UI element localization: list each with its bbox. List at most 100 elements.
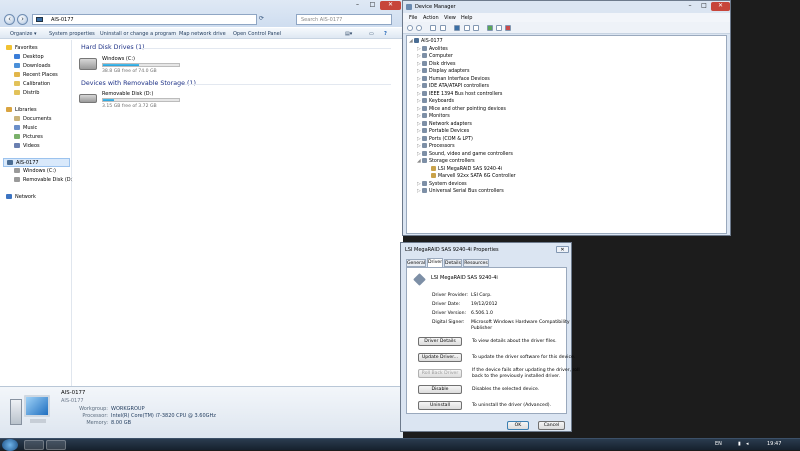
maximize-button[interactable]: □ bbox=[697, 2, 711, 11]
forward-button[interactable]: › bbox=[17, 14, 28, 25]
nav-videos[interactable]: Videos bbox=[14, 143, 40, 149]
taskbar-explorer-button[interactable] bbox=[24, 440, 44, 450]
tree-node[interactable]: ▷ Portable Devices bbox=[417, 128, 469, 134]
tab-resources[interactable]: Resources bbox=[463, 259, 489, 267]
help-icon[interactable]: ? bbox=[384, 31, 387, 37]
nav-distrib[interactable]: Distrib bbox=[14, 90, 39, 96]
details-pane: AIS-0177 AIS-0177 Workgroup: WORKGROUP P… bbox=[0, 386, 403, 438]
address-bar[interactable]: AIS-0177 bbox=[32, 14, 257, 25]
close-button[interactable]: ✕ bbox=[556, 246, 569, 253]
forward-icon[interactable] bbox=[416, 25, 422, 31]
maximize-button[interactable]: □ bbox=[365, 1, 380, 10]
group-removable-storage[interactable]: Devices with Removable Storage (1) bbox=[81, 80, 196, 87]
nav-documents[interactable]: Documents bbox=[14, 116, 52, 122]
disable-device-icon[interactable] bbox=[496, 25, 502, 31]
tree-node[interactable]: ▷ IEEE 1394 Bus host controllers bbox=[417, 90, 502, 97]
network-icon bbox=[6, 194, 12, 199]
nav-recent-places[interactable]: Recent Places bbox=[14, 72, 58, 78]
taskbar-device-manager-button[interactable] bbox=[46, 440, 66, 450]
close-button[interactable]: ✕ bbox=[711, 2, 730, 11]
processor-value: Intel(R) Core(TM) i7-3820 CPU @ 3.60GHz bbox=[111, 413, 216, 419]
disable-button[interactable]: Disable bbox=[418, 385, 462, 394]
nav-favorites[interactable]: Favorites bbox=[6, 45, 38, 51]
minimize-button[interactable]: – bbox=[350, 1, 365, 10]
menu-help[interactable]: Help bbox=[461, 15, 472, 21]
back-button[interactable]: ‹ bbox=[4, 14, 15, 25]
properties-icon[interactable] bbox=[440, 25, 446, 31]
driver-details-button[interactable]: Driver Details bbox=[418, 337, 462, 346]
nav-computer[interactable]: AIS-0177 bbox=[3, 158, 70, 167]
tree-node[interactable]: ▷ Avolites bbox=[417, 45, 448, 52]
help-icon[interactable] bbox=[454, 25, 460, 31]
open-control-panel-button[interactable]: Open Control Panel bbox=[233, 31, 281, 37]
tree-node[interactable]: ▷ Computer bbox=[417, 53, 453, 59]
driver-provider-value: LSI Corp. bbox=[471, 293, 492, 298]
tab-details[interactable]: Details bbox=[444, 259, 462, 267]
tree-node[interactable]: ▷ Mice and other pointing devices bbox=[417, 105, 506, 112]
tree-node[interactable]: ▷ Display adapters bbox=[417, 68, 469, 74]
tab-general[interactable]: General bbox=[406, 259, 426, 267]
roll-back-driver-desc-line2: back to the previously installed driver. bbox=[472, 374, 561, 379]
drive-d-name[interactable]: Removable Disk (D:) bbox=[102, 91, 153, 97]
tree-node[interactable]: ▷ Human Interface Devices bbox=[417, 75, 490, 82]
tree-node-marvell[interactable]: Marvell 92xx SATA 6G Controller bbox=[431, 173, 516, 179]
tree-node[interactable]: ▷ Universal Serial Bus controllers bbox=[417, 188, 504, 194]
processor-label: Processor: bbox=[82, 413, 108, 419]
tree-node-storage-controllers[interactable]: ◢ Storage controllers bbox=[417, 158, 475, 164]
search-input[interactable]: Search AIS-0177 bbox=[296, 14, 392, 25]
uninstall-button[interactable]: Uninstall bbox=[418, 401, 462, 410]
nav-drive-c[interactable]: Windows (C:) bbox=[14, 168, 56, 174]
views-icon[interactable]: ▤▾ bbox=[345, 31, 352, 37]
map-network-drive-button[interactable]: Map network drive bbox=[179, 31, 226, 37]
nav-desktop[interactable]: Desktop bbox=[14, 54, 44, 60]
system-properties-button[interactable]: System properties bbox=[49, 31, 95, 37]
tree-node[interactable]: ▷ Processors bbox=[417, 143, 455, 149]
roll-back-driver-button[interactable]: Roll Back Driver bbox=[418, 369, 462, 378]
uninstall-device-icon[interactable] bbox=[505, 25, 511, 31]
nav-libraries[interactable]: Libraries bbox=[6, 107, 37, 113]
tree-node[interactable]: ▷ System devices bbox=[417, 180, 467, 187]
volume-tray-icon[interactable]: ◂ bbox=[746, 441, 749, 447]
menu-action[interactable]: Action bbox=[423, 15, 439, 21]
nav-calibration[interactable]: Calibration bbox=[14, 81, 50, 87]
update-driver-icon[interactable] bbox=[487, 25, 493, 31]
close-button[interactable]: ✕ bbox=[380, 1, 401, 10]
tree-node[interactable]: ▷ Disk drives bbox=[417, 60, 455, 67]
menu-file[interactable]: File bbox=[409, 15, 417, 21]
minimize-button[interactable]: – bbox=[683, 2, 697, 11]
view-icon[interactable] bbox=[464, 25, 470, 31]
nav-music[interactable]: Music bbox=[14, 125, 37, 131]
tree-root[interactable]: ◢ AIS-0177 bbox=[409, 38, 443, 44]
menu-view[interactable]: View bbox=[444, 15, 456, 21]
back-icon[interactable] bbox=[407, 25, 413, 31]
tree-node-lsi-megaraid[interactable]: LSI MegaRAID SAS 9240-4i bbox=[431, 165, 502, 172]
tree-node[interactable]: ▷ Ports (COM & LPT) bbox=[417, 135, 473, 142]
clock[interactable]: 19:47 bbox=[767, 441, 781, 447]
nav-drive-d[interactable]: Removable Disk (D:) bbox=[14, 177, 74, 183]
tree-node[interactable]: ▷ Monitors bbox=[417, 113, 450, 119]
scan-hardware-icon[interactable] bbox=[473, 25, 479, 31]
cancel-button[interactable]: Cancel bbox=[538, 421, 565, 430]
refresh-icon[interactable]: ⟳ bbox=[259, 15, 264, 22]
show-hide-tree-icon[interactable] bbox=[430, 25, 436, 31]
recent-places-icon bbox=[14, 72, 20, 77]
device-name: LSI MegaRAID SAS 9240-4i bbox=[431, 275, 498, 281]
nav-pictures[interactable]: Pictures bbox=[14, 134, 43, 140]
language-indicator[interactable]: EN bbox=[715, 441, 722, 447]
group-hard-disk-drives[interactable]: Hard Disk Drives (1) bbox=[81, 44, 145, 51]
uninstall-program-button[interactable]: Uninstall or change a program bbox=[100, 31, 176, 37]
ok-button[interactable]: OK bbox=[507, 421, 529, 430]
tree-node[interactable]: ▷ IDE ATA/ATAPI controllers bbox=[417, 83, 489, 89]
tree-node[interactable]: ▷ Sound, video and game controllers bbox=[417, 150, 513, 157]
network-tray-icon[interactable]: ▮ bbox=[738, 441, 741, 447]
star-icon bbox=[6, 45, 12, 50]
drive-c-name[interactable]: Windows (C:) bbox=[102, 56, 135, 62]
organize-button[interactable]: Organize ▾ bbox=[10, 31, 37, 37]
update-driver-button[interactable]: Update Driver... bbox=[418, 353, 462, 362]
preview-pane-icon[interactable]: ▭ bbox=[369, 31, 374, 37]
nav-downloads[interactable]: Downloads bbox=[14, 63, 50, 69]
tree-node[interactable]: ▷ Network adapters bbox=[417, 120, 472, 127]
start-button[interactable] bbox=[2, 439, 18, 451]
tree-node[interactable]: ▷ Keyboards bbox=[417, 98, 454, 104]
nav-network[interactable]: Network bbox=[6, 194, 36, 200]
